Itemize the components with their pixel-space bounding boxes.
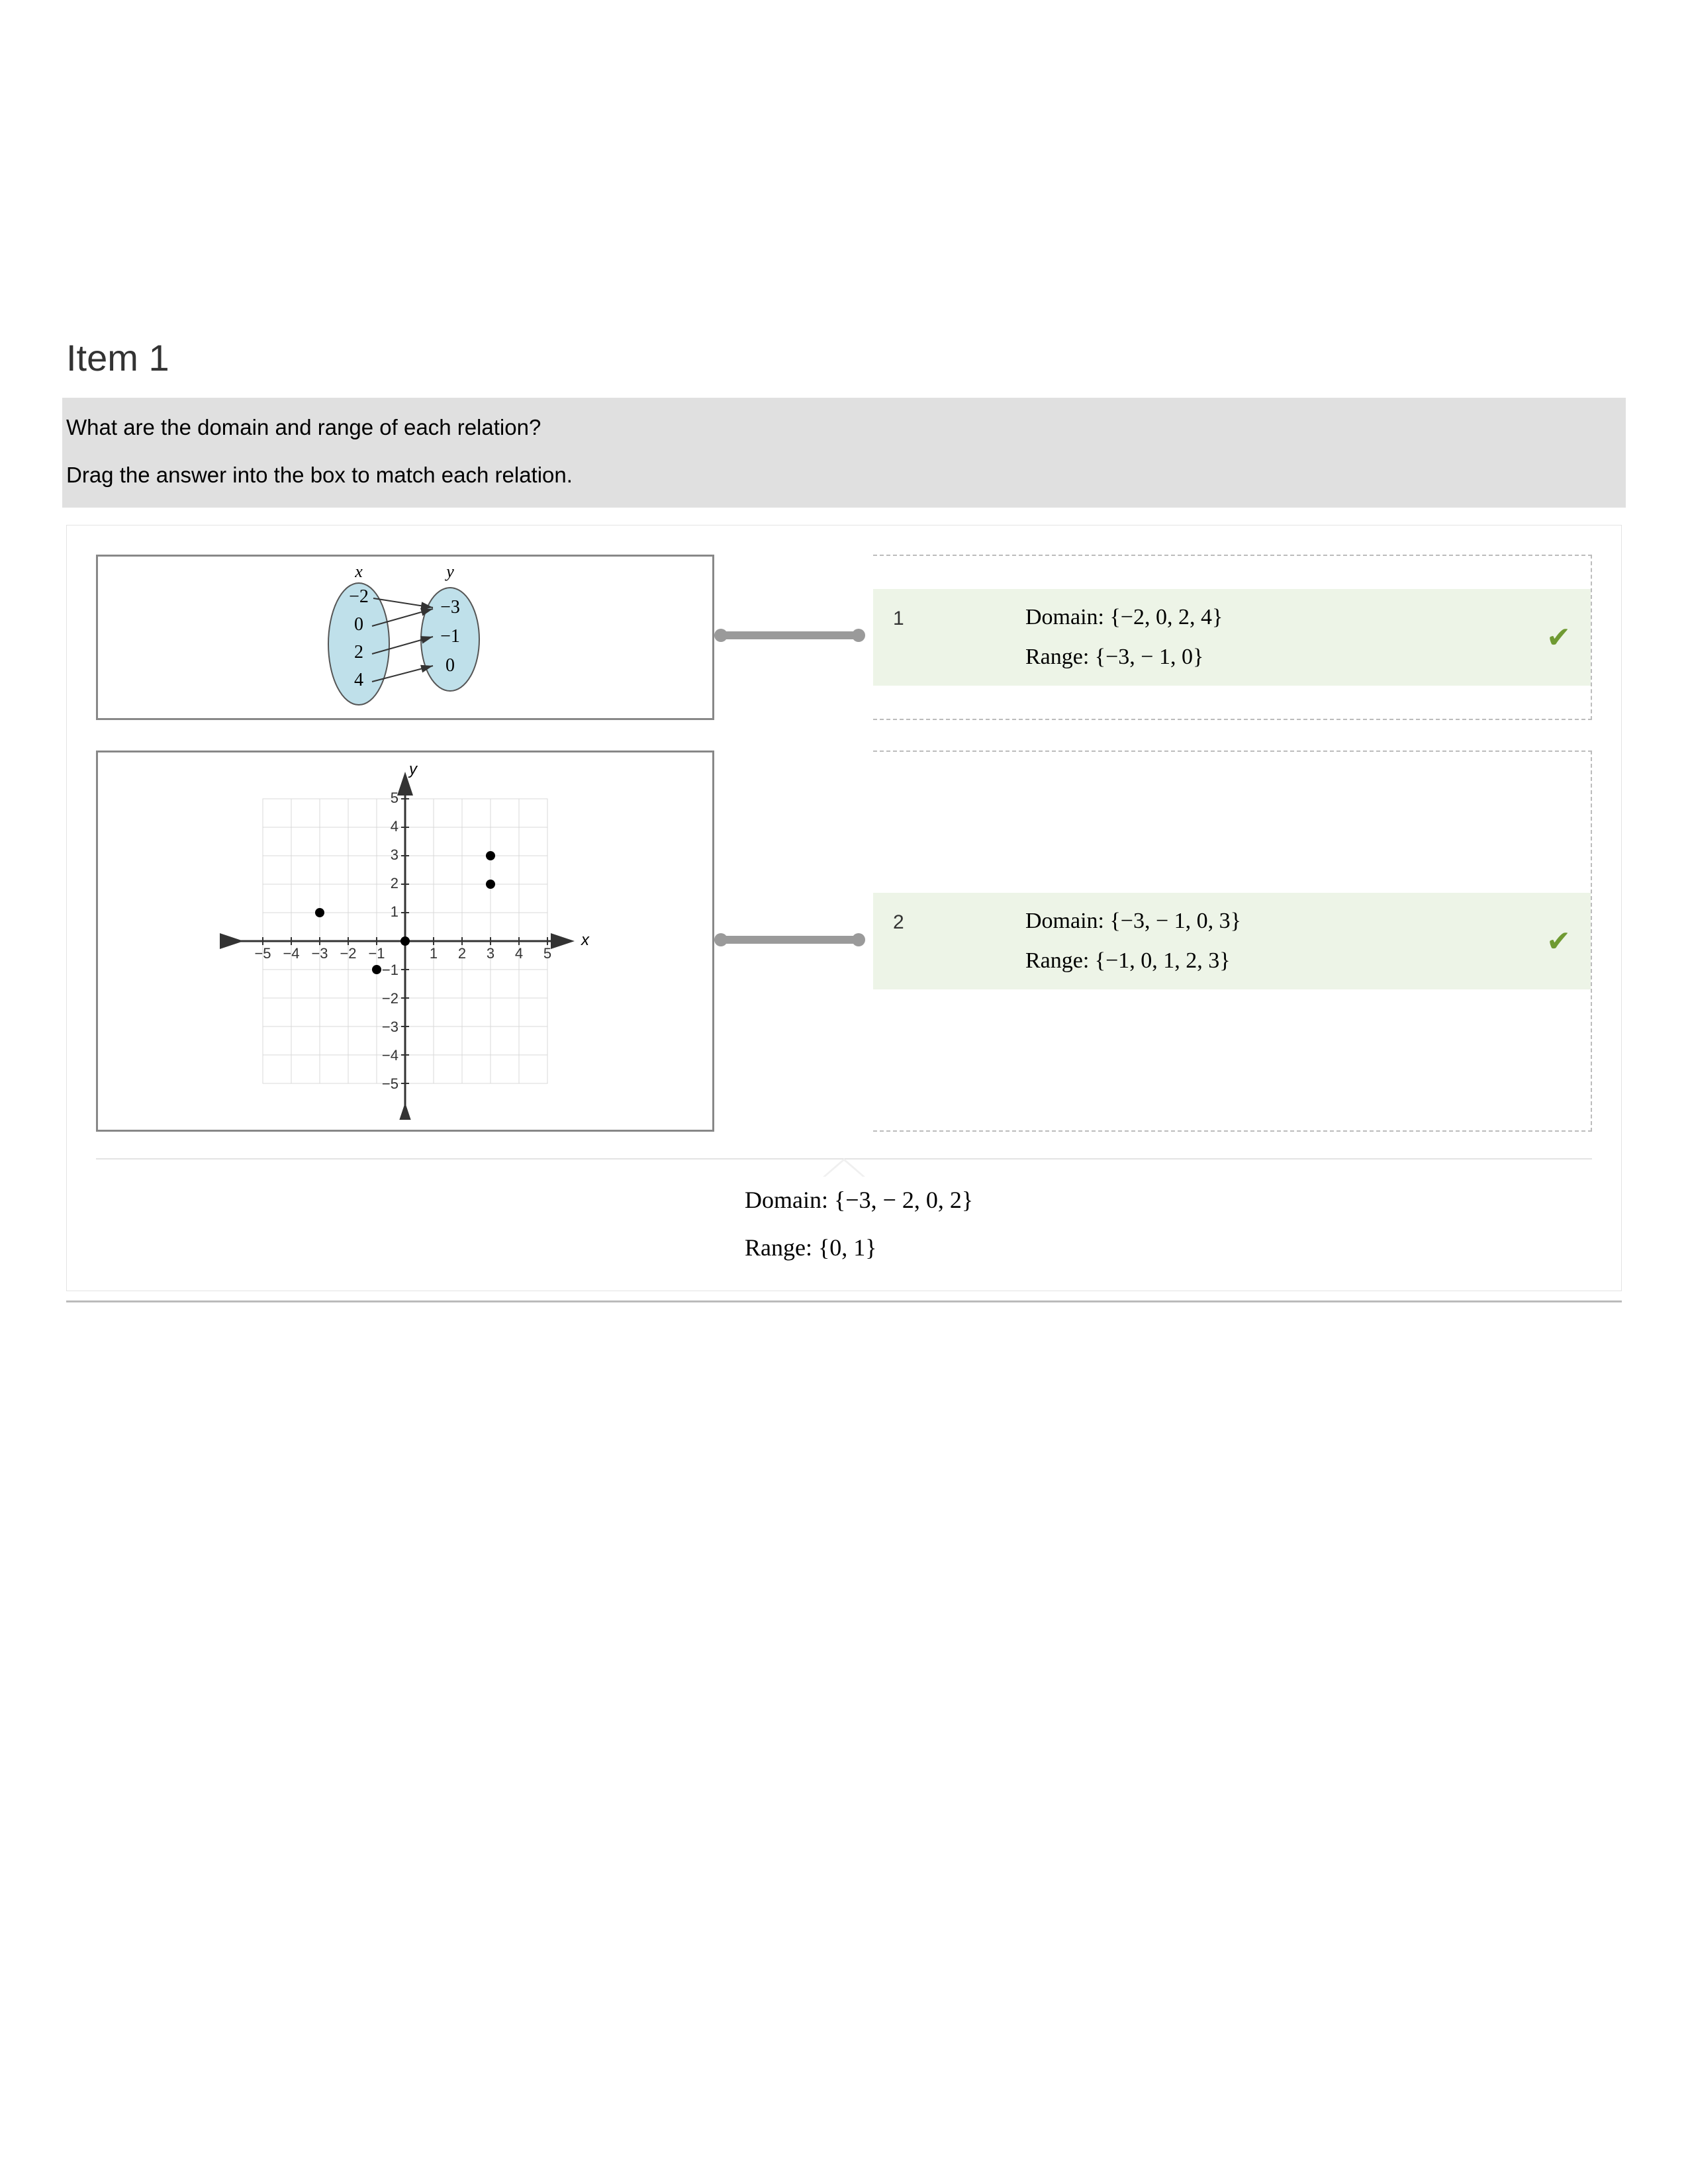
map-x-0: −2: [349, 586, 369, 607]
drop-number-1: 1: [893, 605, 1025, 630]
svg-text:−5: −5: [382, 1075, 399, 1092]
work-area: x y −2 0 2 4 −3 −1 0: [66, 525, 1622, 1291]
page-title: Item 1: [66, 336, 1622, 379]
drop-zone-1[interactable]: 1 Domain: {−2, 0, 2, 4} Range: {−3, − 1,…: [873, 555, 1592, 720]
question-text: What are the domain and range of each re…: [66, 415, 1622, 440]
svg-text:4: 4: [391, 818, 399, 835]
svg-text:−1: −1: [368, 945, 385, 962]
graph-y-label: y: [408, 762, 418, 778]
bank-range: Range: {0, 1}: [745, 1234, 1592, 1261]
svg-text:−2: −2: [382, 990, 399, 1007]
mapping-x-label: x: [354, 562, 363, 581]
match-row-1: x y −2 0 2 4 −3 −1 0: [96, 555, 1592, 720]
svg-text:−3: −3: [311, 945, 328, 962]
drop-number-2: 2: [893, 909, 1025, 934]
check-icon: ✔: [1534, 621, 1571, 655]
svg-text:5: 5: [391, 790, 399, 806]
connector-2: [718, 936, 861, 944]
answer-card-2[interactable]: 2 Domain: {−3, − 1, 0, 3} Range: {−1, 0,…: [873, 893, 1591, 989]
mapping-diagram: x y −2 0 2 4 −3 −1 0: [96, 555, 714, 720]
mapping-y-label: y: [444, 562, 454, 581]
svg-text:5: 5: [543, 945, 551, 962]
svg-text:1: 1: [391, 903, 399, 920]
svg-text:2: 2: [391, 875, 399, 891]
prompt-box: What are the domain and range of each re…: [62, 398, 1626, 508]
svg-text:2: 2: [458, 945, 466, 962]
check-icon: ✔: [1534, 925, 1571, 958]
map-x-2: 2: [354, 642, 363, 662]
graph-x-label: x: [581, 931, 590, 949]
drop-zone-2[interactable]: 2 Domain: {−3, − 1, 0, 3} Range: {−1, 0,…: [873, 751, 1592, 1132]
svg-text:−3: −3: [382, 1019, 399, 1035]
answer-2-range: Range: {−1, 0, 1, 2, 3}: [1025, 948, 1534, 974]
svg-text:−5: −5: [254, 945, 271, 962]
bank-domain: Domain: {−3, − 2, 0, 2}: [745, 1186, 1592, 1214]
svg-text:−4: −4: [283, 945, 299, 962]
map-y-1: −1: [440, 626, 460, 647]
bank-card[interactable]: Domain: {−3, − 2, 0, 2} Range: {0, 1}: [745, 1186, 1592, 1261]
graph-svg: −5 −4 −3 −2 −1 1 2 3 4 5 1: [167, 762, 643, 1120]
answer-card-1[interactable]: 1 Domain: {−2, 0, 2, 4} Range: {−3, − 1,…: [873, 589, 1591, 686]
svg-text:−1: −1: [382, 962, 399, 978]
svg-text:3: 3: [391, 846, 399, 863]
answer-text-2: Domain: {−3, − 1, 0, 3} Range: {−1, 0, 1…: [1025, 909, 1534, 974]
svg-text:−4: −4: [382, 1047, 399, 1064]
answer-1-domain: Domain: {−2, 0, 2, 4}: [1025, 605, 1534, 630]
svg-text:4: 4: [515, 945, 523, 962]
map-x-3: 4: [354, 670, 363, 690]
footer-rule: [66, 1300, 1622, 1302]
answer-bank: Domain: {−3, − 2, 0, 2} Range: {0, 1}: [96, 1158, 1592, 1291]
answer-2-domain: Domain: {−3, − 1, 0, 3}: [1025, 909, 1534, 934]
bank-notch-icon: [823, 1158, 865, 1177]
svg-text:3: 3: [487, 945, 494, 962]
map-y-2: 0: [445, 655, 455, 676]
answer-1-range: Range: {−3, − 1, 0}: [1025, 645, 1534, 670]
svg-text:−2: −2: [340, 945, 356, 962]
mapping-svg: x y −2 0 2 4 −3 −1 0: [240, 561, 571, 713]
instruction-text: Drag the answer into the box to match ea…: [66, 463, 1622, 488]
answer-text-1: Domain: {−2, 0, 2, 4} Range: {−3, − 1, 0…: [1025, 605, 1534, 670]
match-row-2: −5 −4 −3 −2 −1 1 2 3 4 5 1: [96, 751, 1592, 1132]
map-y-0: −3: [440, 597, 460, 617]
coordinate-graph: −5 −4 −3 −2 −1 1 2 3 4 5 1: [96, 751, 714, 1132]
svg-text:1: 1: [430, 945, 438, 962]
connector-1: [718, 631, 861, 639]
map-x-1: 0: [354, 614, 363, 635]
